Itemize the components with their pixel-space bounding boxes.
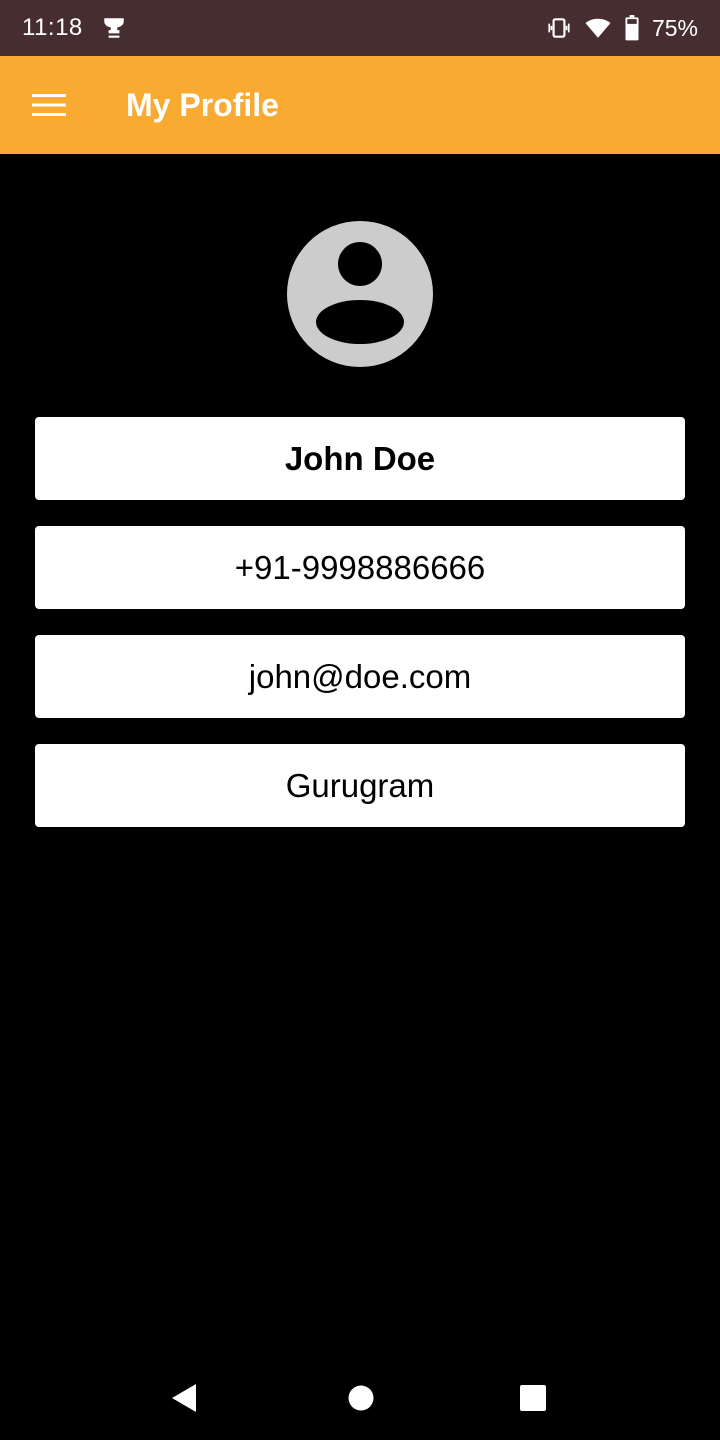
status-left: 11:18 [22, 14, 127, 42]
battery-percent: 75% [651, 14, 698, 41]
recents-button[interactable] [511, 1376, 555, 1420]
email-field[interactable]: john@doe.com [35, 635, 685, 718]
city-value: Gurugram [285, 766, 435, 804]
recents-icon [511, 1376, 555, 1420]
back-icon [162, 1376, 206, 1420]
menu-button[interactable] [0, 56, 98, 154]
app-bar: My Profile [0, 56, 720, 154]
name-value: John Doe [284, 439, 436, 477]
account-circle-icon [286, 220, 434, 368]
email-value: john@doe.com [248, 657, 472, 695]
status-right: 75% [546, 15, 698, 42]
vibrate-icon [546, 15, 572, 41]
trophy-icon [101, 15, 127, 41]
home-icon [339, 1376, 383, 1420]
profile-screen: 11:18 75% My Profile John Doe +91-999888… [0, 0, 720, 1440]
home-button[interactable] [339, 1376, 383, 1420]
navigation-bar [0, 1356, 720, 1440]
page-title: My Profile [126, 86, 279, 123]
name-field[interactable]: John Doe [35, 417, 685, 500]
back-button[interactable] [162, 1376, 206, 1420]
status-time: 11:18 [22, 14, 83, 41]
status-bar: 11:18 75% [0, 0, 720, 56]
phone-field[interactable]: +91-9998886666 [35, 526, 685, 609]
phone-value: +91-9998886666 [234, 548, 486, 586]
city-field[interactable]: Gurugram [35, 744, 685, 827]
avatar[interactable] [286, 220, 434, 368]
hamburger-menu-icon [32, 92, 66, 118]
battery-icon [624, 15, 640, 41]
wifi-icon [584, 15, 612, 41]
